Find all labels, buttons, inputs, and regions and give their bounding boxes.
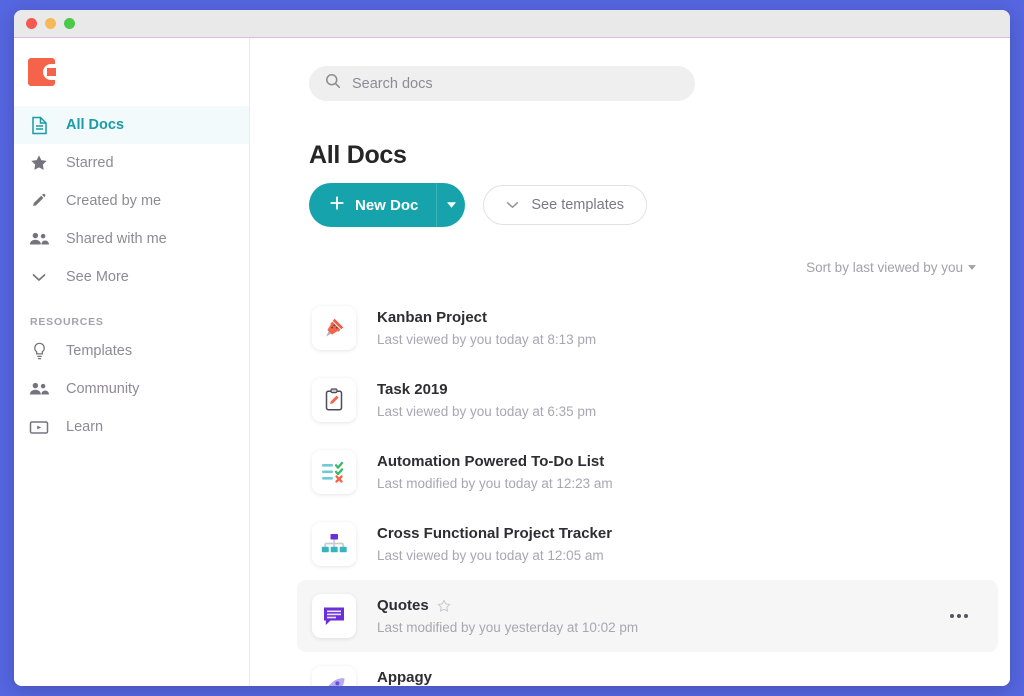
ellipsis-dot [957,614,961,618]
pencil-icon [28,190,50,212]
doc-row[interactable]: Appagy Last viewed by you yesterday at 1… [297,652,998,686]
clickup-logo-icon[interactable] [28,58,55,86]
doc-meta: Last modified by you yesterday at 10:02 … [377,620,638,635]
caret-down-icon [968,265,976,270]
sidebar-item-label: See More [66,269,129,285]
document-icon [28,114,50,136]
row-menu-button[interactable] [950,614,968,618]
page-title: All Docs [309,141,407,170]
doc-title: Kanban Project [377,309,487,326]
search-icon [325,73,341,94]
sidebar-item-label: Learn [66,419,103,435]
new-doc-button[interactable]: New Doc [309,183,465,227]
sidebar-item-starred[interactable]: Starred [14,144,249,182]
sidebar-item-shared-with-me[interactable]: Shared with me [14,220,249,258]
doc-meta: Last modified by you today at 12:23 am [377,476,613,491]
sort-label: Sort by last viewed by you [806,260,963,275]
pushpin-icon [312,306,356,350]
docs-list: Kanban Project Last viewed by you today … [297,292,998,686]
doc-title: Automation Powered To-Do List [377,453,604,470]
doc-title: Appagy [377,669,432,686]
caret-down-icon [447,202,456,208]
doc-meta: Last viewed by you today at 6:35 pm [377,404,596,419]
doc-meta: Last viewed by you today at 8:13 pm [377,332,596,347]
sidebar-item-label: Community [66,381,139,397]
chevron-down-icon [28,266,50,288]
search-input[interactable]: Search docs [309,66,695,101]
people-icon [28,378,50,400]
doc-row[interactable]: Cross Functional Project Tracker Last vi… [297,508,998,580]
sidebar-item-label: Starred [66,155,114,171]
clipboard-pencil-icon [312,378,356,422]
org-chart-icon [312,522,356,566]
sidebar-section-resources: RESOURCES [30,316,249,328]
sidebar-item-community[interactable]: Community [14,370,249,408]
star-icon[interactable] [437,599,451,613]
sidebar-item-label: All Docs [66,117,124,133]
doc-title: Quotes [377,597,429,614]
sidebar-item-all-docs[interactable]: All Docs [14,106,249,144]
plus-icon [329,195,345,215]
doc-row[interactable]: Quotes Last modified by you yesterday at… [297,580,998,652]
action-button-row: New Doc See templates [309,183,647,227]
app-window: All Docs Starred Created by me [14,10,1010,686]
star-icon [28,152,50,174]
main-content: Search docs All Docs New Doc [250,38,1010,686]
sidebar-item-learn[interactable]: Learn [14,408,249,446]
see-templates-label: See templates [531,197,624,213]
maximize-button[interactable] [64,18,75,29]
sidebar-item-see-more[interactable]: See More [14,258,249,296]
video-icon [28,416,50,438]
sidebar-item-label: Created by me [66,193,161,209]
sidebar-item-templates[interactable]: Templates [14,332,249,370]
doc-title: Task 2019 [377,381,448,398]
close-button[interactable] [26,18,37,29]
rocket-icon [312,666,356,686]
minimize-button[interactable] [45,18,56,29]
brand-logo-wrap[interactable] [14,38,249,106]
new-doc-label: New Doc [355,197,418,214]
app-body: All Docs Starred Created by me [14,38,1010,686]
checklist-icon [312,450,356,494]
see-templates-button[interactable]: See templates [483,185,647,225]
sidebar: All Docs Starred Created by me [14,38,250,686]
sidebar-item-label: Templates [66,343,132,359]
sidebar-item-created-by-me[interactable]: Created by me [14,182,249,220]
new-doc-dropdown-button[interactable] [437,183,465,227]
doc-meta: Last viewed by you today at 12:05 am [377,548,612,563]
chevron-down-icon [506,197,519,213]
people-icon [28,228,50,250]
sort-dropdown[interactable]: Sort by last viewed by you [806,260,976,275]
doc-row[interactable]: Task 2019 Last viewed by you today at 6:… [297,364,998,436]
ellipsis-dot [964,614,968,618]
ellipsis-dot [950,614,954,618]
doc-title: Cross Functional Project Tracker [377,525,612,542]
speech-bubble-icon [312,594,356,638]
doc-row[interactable]: Automation Powered To-Do List Last modif… [297,436,998,508]
lightbulb-icon [28,340,50,362]
window-titlebar [14,10,1010,38]
doc-row[interactable]: Kanban Project Last viewed by you today … [297,292,998,364]
sidebar-item-label: Shared with me [66,231,167,247]
search-placeholder: Search docs [352,76,433,92]
